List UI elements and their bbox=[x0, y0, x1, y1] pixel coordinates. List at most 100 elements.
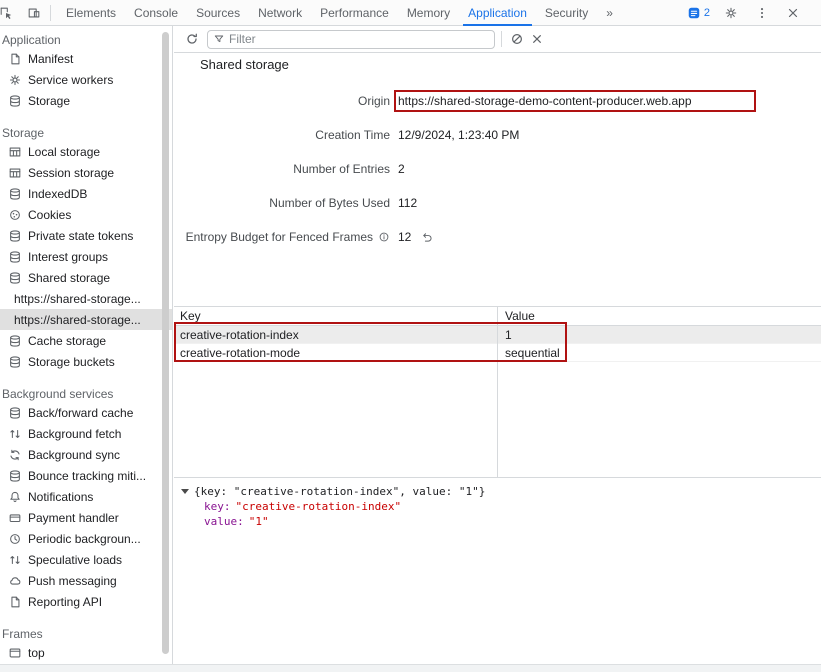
expand-triangle-icon[interactable] bbox=[181, 489, 189, 494]
panel-toolbar bbox=[174, 26, 821, 53]
tab-memory[interactable]: Memory bbox=[398, 0, 459, 26]
sidebar-item-manifest[interactable]: Manifest bbox=[0, 48, 172, 69]
cloud-icon bbox=[8, 574, 22, 588]
column-header-value[interactable]: Value bbox=[497, 309, 821, 323]
entry-preview-pane: {key: "creative-rotation-index", value: … bbox=[174, 477, 821, 664]
sidebar-item-background-fetch[interactable]: Background fetch bbox=[0, 423, 172, 444]
sidebar-item-back-forward-cache[interactable]: Back/forward cache bbox=[0, 402, 172, 423]
sidebar-item-label: Background fetch bbox=[28, 427, 121, 441]
sidebar-item-background-sync[interactable]: Background sync bbox=[0, 444, 172, 465]
sidebar-item-private-state-tokens[interactable]: Private state tokens bbox=[0, 225, 172, 246]
origin-value: https://shared-storage-demo-content-prod… bbox=[398, 94, 692, 108]
column-header-key[interactable]: Key bbox=[174, 309, 497, 323]
sidebar-item-payment-handler[interactable]: Payment handler bbox=[0, 507, 172, 528]
tab-performance[interactable]: Performance bbox=[311, 0, 398, 26]
field-label: Creation Time bbox=[315, 128, 390, 142]
issues-count: 2 bbox=[704, 7, 710, 19]
sidebar-item-periodic-background-sync[interactable]: Periodic backgroun... bbox=[0, 528, 172, 549]
up-down-arrows-icon bbox=[8, 553, 22, 567]
sidebar-item-label: Bounce tracking miti... bbox=[28, 469, 146, 483]
database-icon bbox=[8, 469, 22, 483]
reset-budget-button[interactable] bbox=[419, 229, 435, 245]
field-row-number-of-entries: Number of Entries 2 bbox=[174, 152, 821, 186]
issues-icon bbox=[687, 6, 701, 20]
database-icon bbox=[8, 94, 22, 108]
preview-root-text: {key: "creative-rotation-index", value: … bbox=[194, 484, 485, 499]
database-icon bbox=[8, 406, 22, 420]
section-header-background-services: Background services bbox=[0, 382, 172, 402]
tab-security[interactable]: Security bbox=[536, 0, 597, 26]
database-icon bbox=[8, 271, 22, 285]
tab-elements[interactable]: Elements bbox=[57, 0, 125, 26]
section-header-application: Application bbox=[0, 28, 172, 48]
sidebar-item-push-messaging[interactable]: Push messaging bbox=[0, 570, 172, 591]
filter-input[interactable] bbox=[229, 32, 489, 46]
kebab-menu-icon[interactable] bbox=[752, 3, 772, 23]
delete-selected-button[interactable] bbox=[527, 29, 547, 49]
close-devtools-icon[interactable] bbox=[783, 3, 803, 23]
sidebar-item-shared-storage-origin-2[interactable]: https://shared-storage... bbox=[0, 309, 172, 330]
refresh-button[interactable] bbox=[182, 29, 202, 49]
field-label: Number of Entries bbox=[293, 162, 390, 176]
sidebar-item-notifications[interactable]: Notifications bbox=[0, 486, 172, 507]
sidebar-item-bounce-tracking[interactable]: Bounce tracking miti... bbox=[0, 465, 172, 486]
sidebar-item-label: Storage buckets bbox=[28, 355, 115, 369]
sidebar-item-label: Cache storage bbox=[28, 334, 106, 348]
sidebar-item-shared-storage-origin-1[interactable]: https://shared-storage... bbox=[0, 288, 172, 309]
metadata-fields: Origin https://shared-storage-demo-conte… bbox=[174, 84, 821, 254]
tab-application[interactable]: Application bbox=[459, 0, 536, 26]
field-value: 12/9/2024, 1:23:40 PM bbox=[398, 128, 519, 142]
sidebar-item-service-workers[interactable]: Service workers bbox=[0, 69, 172, 90]
sidebar-item-label: Session storage bbox=[28, 166, 114, 180]
table-icon bbox=[8, 166, 22, 180]
tab-sources[interactable]: Sources bbox=[187, 0, 249, 26]
preview-key-value: "1" bbox=[249, 515, 269, 528]
cell-key: creative-rotation-index bbox=[174, 328, 497, 342]
filter-input-box[interactable] bbox=[207, 30, 495, 49]
sidebar-item-interest-groups[interactable]: Interest groups bbox=[0, 246, 172, 267]
sidebar-item-local-storage[interactable]: Local storage bbox=[0, 141, 172, 162]
sidebar-item-label: Interest groups bbox=[28, 250, 108, 264]
sidebar-item-label: https://shared-storage... bbox=[14, 292, 141, 306]
sidebar-item-label: Local storage bbox=[28, 145, 100, 159]
sidebar-scrollbar[interactable] bbox=[161, 30, 170, 660]
sidebar-item-indexeddb[interactable]: IndexedDB bbox=[0, 183, 172, 204]
sidebar-item-top-frame[interactable]: top bbox=[0, 642, 172, 663]
sidebar-item-storage[interactable]: Storage bbox=[0, 90, 172, 111]
issues-badge[interactable]: 2 bbox=[687, 6, 710, 20]
sidebar-item-reporting-api[interactable]: Reporting API bbox=[0, 591, 172, 612]
service-worker-icon bbox=[8, 73, 22, 87]
bottom-scrollbar-track[interactable] bbox=[0, 664, 821, 672]
sidebar-item-label: Private state tokens bbox=[28, 229, 133, 243]
tab-label: Application bbox=[468, 6, 527, 20]
column-divider[interactable] bbox=[497, 307, 498, 477]
sidebar-item-label: https://shared-storage... bbox=[14, 313, 141, 327]
sidebar-item-speculative-loads[interactable]: Speculative loads bbox=[0, 549, 172, 570]
clear-all-button[interactable] bbox=[507, 29, 527, 49]
sidebar-item-label: Reporting API bbox=[28, 595, 102, 609]
inspect-cursor-icon[interactable] bbox=[0, 3, 16, 23]
undo-icon bbox=[421, 231, 434, 244]
sidebar-item-storage-buckets[interactable]: Storage buckets bbox=[0, 351, 172, 372]
tab-label: Memory bbox=[407, 6, 450, 20]
sidebar-item-session-storage[interactable]: Session storage bbox=[0, 162, 172, 183]
device-toolbar-icon[interactable] bbox=[24, 3, 44, 23]
sidebar-item-label: Storage bbox=[28, 94, 70, 108]
tab-network[interactable]: Network bbox=[249, 0, 311, 26]
section-header-frames: Frames bbox=[0, 622, 172, 642]
sidebar-item-cookies[interactable]: Cookies bbox=[0, 204, 172, 225]
tab-console[interactable]: Console bbox=[125, 0, 187, 26]
info-icon[interactable] bbox=[378, 231, 390, 243]
sidebar-item-cache-storage[interactable]: Cache storage bbox=[0, 330, 172, 351]
circle-slash-icon bbox=[510, 32, 524, 46]
more-tabs-button[interactable]: » bbox=[597, 0, 622, 26]
sidebar-item-label: Speculative loads bbox=[28, 553, 122, 567]
field-row-creation-time: Creation Time 12/9/2024, 1:23:40 PM bbox=[174, 118, 821, 152]
scrollbar-thumb[interactable] bbox=[162, 32, 169, 654]
bell-icon bbox=[8, 490, 22, 504]
settings-gear-icon[interactable] bbox=[721, 3, 741, 23]
preview-root-node[interactable]: {key: "creative-rotation-index", value: … bbox=[180, 484, 821, 499]
sidebar-item-shared-storage[interactable]: Shared storage bbox=[0, 267, 172, 288]
cell-value: sequential bbox=[497, 346, 821, 360]
database-icon bbox=[8, 334, 22, 348]
